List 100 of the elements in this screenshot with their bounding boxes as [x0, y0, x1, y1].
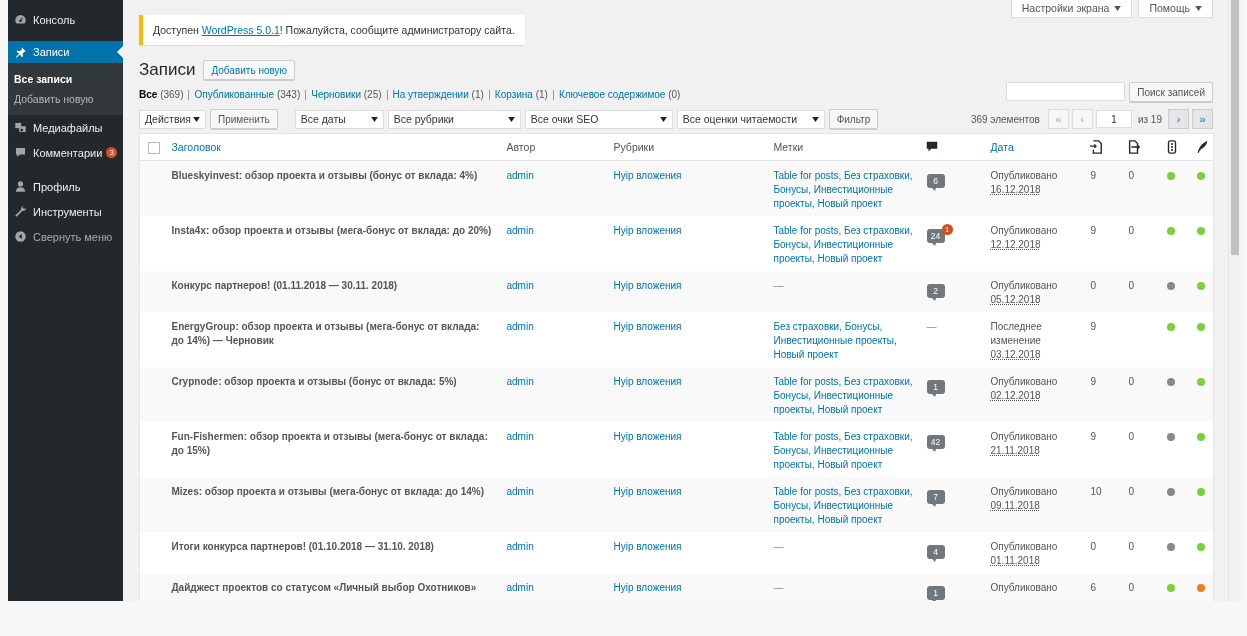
links-count: 0 — [1128, 431, 1135, 442]
column-header-link[interactable]: Дата — [990, 141, 1014, 153]
category-link[interactable]: Hyip вложения — [613, 540, 762, 554]
post-status: Опубликовано — [990, 540, 1059, 554]
page-title: Записи — [139, 60, 196, 80]
apply-button[interactable]: Применить — [210, 109, 278, 129]
caret-icon — [1114, 5, 1122, 11]
column-header-link[interactable]: Заголовок — [171, 141, 221, 153]
last-page-button[interactable]: » — [1192, 109, 1213, 129]
scrollbar[interactable] — [1228, 0, 1241, 601]
dashboard-icon — [14, 13, 27, 26]
search-field[interactable] — [1006, 82, 1126, 101]
links-count: 10 — [1090, 486, 1102, 497]
category-link[interactable]: Hyip вложения — [613, 430, 762, 444]
comment-icon — [14, 146, 27, 159]
caret-icon — [811, 116, 819, 122]
links-count: 0 — [1128, 170, 1135, 181]
tags-list[interactable]: Без страховки, Бонусы, Инвестиционные проекты, Новый проект — [773, 320, 915, 362]
sidebar-label: Медиафайлы — [33, 121, 103, 134]
select-all-checkbox[interactable] — [148, 141, 160, 154]
post-status: Опубликовано — [990, 279, 1059, 293]
sidebar-item[interactable]: Записи — [8, 41, 123, 63]
column-header: Рубрики — [613, 141, 655, 153]
page-total: из 19 — [1137, 113, 1162, 125]
author-link[interactable]: admin — [506, 224, 602, 238]
post-title-link[interactable]: Итоги конкурса партнеров! (01.10.2018 — 31.10. 2018) — [171, 540, 495, 554]
status-filter-link[interactable]: На утверждении (1) — [392, 89, 484, 100]
post-status: Опубликовано — [990, 224, 1059, 238]
filter-select[interactable]: Все даты — [294, 109, 384, 129]
column-header: Автор — [506, 141, 536, 153]
comment-count-bubble[interactable]: 2 — [926, 284, 945, 298]
submenu-item[interactable]: Добавить новую — [8, 90, 123, 110]
update-link[interactable]: WordPress 5.0.1 — [201, 24, 280, 36]
column-header: Метки — [773, 141, 804, 153]
screen-tab[interactable]: Настройки экрана — [1010, 0, 1133, 18]
author-link[interactable]: admin — [506, 320, 602, 334]
sidebar-item[interactable]: Профиль — [8, 174, 123, 199]
screen-tab[interactable]: Помощь — [1138, 0, 1213, 18]
comment-count-bubble[interactable]: 6 — [926, 174, 945, 188]
post-date: 01.11.2018 — [990, 554, 1041, 568]
comment-count-bubble[interactable]: 24 — [926, 229, 945, 243]
category-link[interactable]: Hyip вложения — [613, 320, 762, 334]
filter-select[interactable]: Все очки SEO — [524, 109, 673, 129]
post-status: Опубликовано — [990, 581, 1059, 595]
comment-count-bubble[interactable]: 4 — [926, 545, 945, 559]
next-page-button[interactable]: › — [1168, 109, 1189, 129]
search-button[interactable]: Поиск записей — [1129, 82, 1213, 102]
tags-list[interactable]: Table for posts, Без страховки, Бонусы, Инвестиционные проекты, Новый проект — [773, 430, 915, 472]
bulk-action-select[interactable]: Действия — [139, 109, 206, 129]
status-filter-link[interactable]: Черновики (25) — [311, 89, 382, 100]
author-link[interactable]: admin — [506, 540, 602, 554]
add-new-button[interactable]: Добавить новую — [203, 60, 296, 80]
post-title-link[interactable]: Insta4x: обзор проекта и отзывы (мега-бонус от вклада: до 20%) — [171, 224, 495, 238]
status-filter-link[interactable]: Все (369) — [139, 89, 184, 100]
post-date: 21.11.2018 — [990, 444, 1041, 458]
links-count: 0 — [1128, 376, 1135, 387]
media-icon — [14, 121, 27, 134]
filter-select[interactable]: Все оценки читаемости — [676, 109, 825, 129]
item-count: 369 элементов — [970, 113, 1040, 125]
wrench-icon — [14, 205, 27, 218]
comment-count-bubble[interactable]: 1 — [926, 586, 945, 600]
post-date: 05.12.2018 — [990, 293, 1042, 307]
filter-select[interactable]: Все рубрики — [387, 109, 521, 129]
sidebar-item[interactable]: Инструменты — [8, 199, 123, 224]
comment-count-bubble[interactable]: 7 — [926, 490, 945, 504]
sidebar-label: Инструменты — [33, 205, 102, 218]
pin-icon — [14, 45, 27, 59]
status-filter-link[interactable]: Ключевое содержимое (0) — [558, 89, 681, 100]
post-date: 09.11.2018 — [990, 499, 1041, 513]
sidebar-label: Комментарии — [33, 146, 103, 159]
comment-count-bubble[interactable]: 42 — [926, 435, 945, 449]
post-date: 12.12.2018 — [990, 238, 1042, 252]
links-count: 0 — [1128, 582, 1135, 593]
links-count: 9 — [1090, 225, 1097, 236]
post-status: Последнее изменение — [990, 320, 1043, 348]
caret-icon — [1195, 5, 1202, 11]
post-status: Опубликовано — [990, 485, 1059, 499]
links-count: 0 — [1128, 541, 1135, 552]
category-link[interactable]: Hyip вложения — [613, 224, 762, 238]
author-link[interactable]: admin — [506, 430, 602, 444]
links-count: 9 — [1090, 170, 1097, 181]
status-filter-link[interactable]: Корзина (1) — [494, 89, 548, 100]
tags-list[interactable]: Table for posts, Без страховки, Бонусы, Инвестиционные проекты, Новый проект — [773, 224, 915, 266]
count-badge: 3 — [106, 147, 118, 158]
post-title-link[interactable]: EnergyGroup: обзор проекта и отзывы (мега-бонус от вклада: до 14%) — Черновик — [171, 320, 495, 348]
comment-count-bubble[interactable]: 1 — [926, 380, 945, 394]
notice-text: Доступен WordPress 5.0.1! Пожалуйста, сообщите администратору сайта. — [153, 24, 515, 36]
filter-button[interactable]: Фильтр — [828, 109, 879, 129]
page-field[interactable]: 1 — [1095, 110, 1132, 128]
links-count: 6 — [1090, 582, 1097, 593]
empty-value: — — [773, 279, 785, 293]
post-title-link[interactable]: Fun-Fishermen: обзор проекта и отзывы (мега-бонус от вклада: до 15%) — [171, 430, 495, 458]
sidebar-item[interactable]: Консоль — [8, 7, 123, 32]
sidebar-item[interactable]: Медиафайлы — [8, 115, 123, 140]
submenu-item[interactable]: Все записи — [8, 70, 123, 90]
sidebar-item[interactable]: Свернуть меню — [8, 224, 123, 249]
links-count: 0 — [1090, 280, 1097, 291]
user-icon — [14, 180, 27, 193]
sidebar-item[interactable]: Комментарии 3 — [8, 140, 123, 165]
status-filter-link[interactable]: Опубликованные (343) — [194, 89, 301, 100]
